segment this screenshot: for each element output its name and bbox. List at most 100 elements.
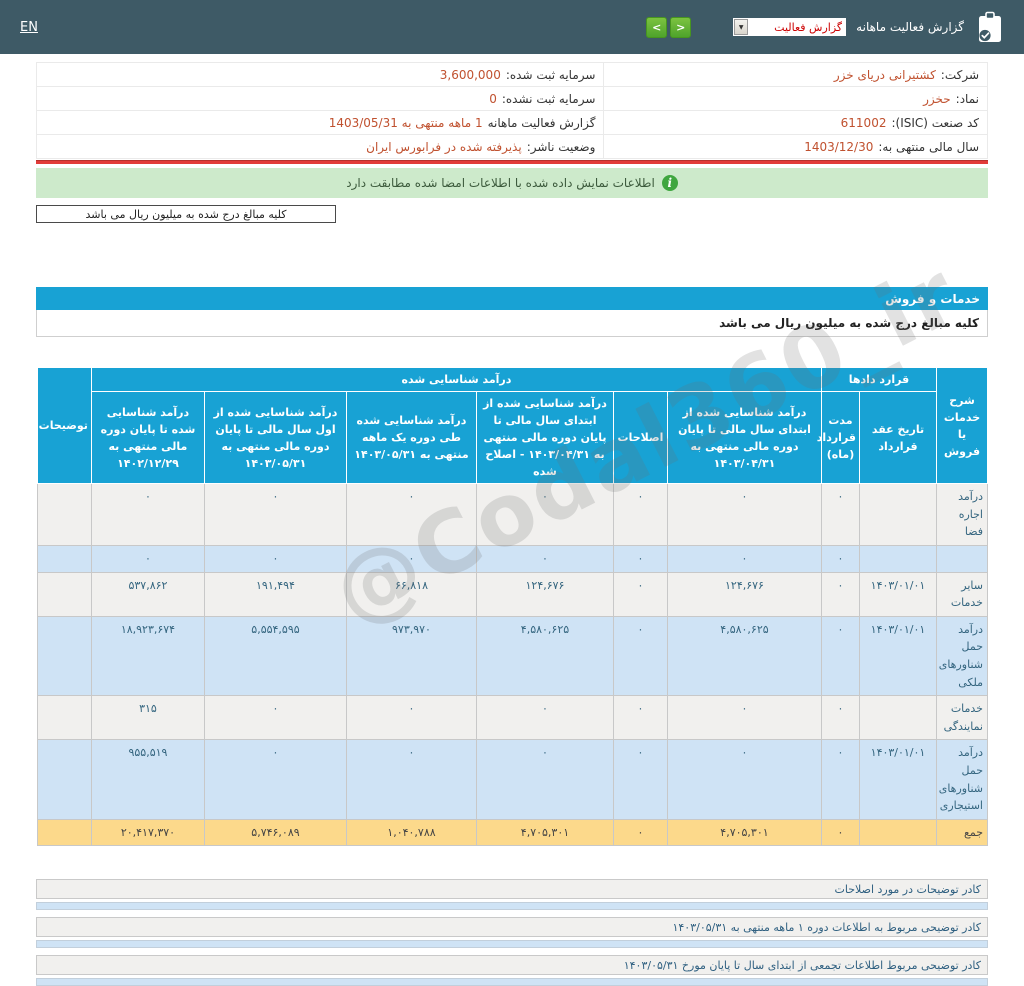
main-table-head: شرح خدمات یا فروش قرارد دادها درآمد شناسای… (36, 366, 988, 485)
info-row: سال مالی منتهی به: 1403/12/30 وضعیت ناشر: پ… (35, 134, 988, 159)
info-cell-right: سال مالی منتهی به: 1403/12/30 (603, 134, 988, 159)
table-cell: ۰ (666, 483, 822, 547)
table-row: درآمد اجاره فضا ۰ ۰ ۰ ۰ ۰ ۰ ۰ (36, 483, 988, 547)
language-switch-link[interactable]: EN (20, 20, 38, 35)
table-cell: ۰ (820, 695, 861, 741)
table-cell (36, 739, 92, 820)
table-cell: ۱,۰۴۰,۷۸۸ (345, 818, 477, 847)
main-table-sub-row: تاریخ عقد قرارداد مدت قرارداد (ماه) درآمد … (37, 391, 987, 485)
table-cell: ۰ (203, 739, 347, 820)
info-value: کشتیرانی دریای خزر (833, 67, 936, 82)
table-cell (36, 571, 92, 617)
table-cell: ۰ (820, 545, 861, 573)
table-cell: ۰ (612, 545, 668, 573)
table-cell: ۰ (475, 739, 614, 820)
next-report-button[interactable]: > (670, 16, 692, 38)
table-cell (36, 483, 92, 547)
col-header-revenue-group: درآمد شناسایی شده (90, 366, 822, 393)
row-label: سایر خدمات (936, 571, 988, 617)
column-subheader: درآمد شناسایی شده طی دوره یک ماهه منتهی … (345, 391, 477, 485)
signed-info-text: اطلاعات نمایش داده شده با اطلاعات امضا ش… (346, 176, 655, 190)
table-cell: ۵۳۷,۸۶۲ (90, 571, 205, 617)
report-type-select[interactable]: گزارش فعالیت ▼ (733, 18, 847, 36)
info-cell-left: وضعیت ناشر: پذیرفته شده در فرابورس ایران (35, 134, 605, 159)
row-label: خدمات نمایندگی (936, 695, 988, 741)
row-label: درآمد حمل شناورهای استیجاری (936, 739, 988, 820)
note-row: کادر توضیحی مربوط اطلاعات تجمعی از ابتدا… (36, 955, 988, 976)
table-row: سایر خدمات ۱۴۰۳/۰۱/۰۱ ۰ ۱۲۴,۶۷۶ ۰ ۱۲۴,۶۷۶ ۶۶,۸… (36, 571, 988, 617)
prev-report-button[interactable]: < (646, 16, 668, 38)
col-header-desc: شرح خدمات یا فروش (936, 366, 988, 485)
table-cell: ۱۹۱,۴۹۴ (203, 571, 347, 617)
table-cell: ۴,۵۸۰,۶۲۵ (475, 615, 614, 697)
table-cell (36, 545, 92, 573)
table-cell: ۰ (90, 483, 205, 547)
note-row: کادر توضیحی مربوط به اطلاعات دوره ۱ ماهه… (36, 917, 988, 938)
table-cell: ۱۴۰۳/۰۱/۰۱ (859, 571, 937, 617)
info-label: سرمایه ثبت شده: (505, 67, 596, 82)
report-type-label: گزارش فعالیت ماهانه (856, 20, 964, 34)
note-spacer-bar (36, 902, 988, 911)
table-cell: ۱۲۴,۶۷۶ (475, 571, 614, 617)
note-spacer-bar (36, 940, 988, 949)
info-label: سال مالی منتهی به: (878, 139, 979, 154)
table-cell: ۰ (820, 571, 861, 617)
table-cell: ۰ (666, 545, 822, 573)
table-cell: ۰ (612, 818, 668, 847)
table-cell: ۹۵۵,۵۱۹ (90, 739, 205, 820)
table-cell (859, 483, 937, 547)
report-select-value: گزارش فعالیت (774, 20, 843, 34)
section-unit-note: کلیه مبالغ درج شده به میلیون ریال می باش… (36, 310, 988, 337)
info-cell-right: نماد: حخزر (603, 86, 988, 111)
column-subheader: درآمد شناسایی شده از اول سال مالی تا پای… (203, 391, 347, 485)
info-cell-right: کد صنعت (ISIC): 611002 (603, 110, 988, 135)
column-subheader: درآمد شناسایی شده تا پایان دوره مالی منت… (90, 391, 205, 485)
red-divider (36, 160, 988, 164)
table-cell: ۰ (345, 695, 477, 741)
clipboard-check-icon (979, 11, 1001, 42)
table-cell (859, 818, 937, 847)
info-value: 3,600,000 (439, 67, 501, 82)
info-value: حخزر (923, 91, 951, 106)
table-cell: ۵,۵۵۴,۵۹۵ (203, 615, 347, 697)
info-cell-left: گزارش فعالیت ماهانه 1 ماهه منتهی به 1403/… (35, 110, 605, 135)
table-cell: ۰ (820, 739, 861, 820)
table-cell (36, 615, 92, 697)
table-row: درآمد حمل شناورهای استیجاری ۱۴۰۳/۰۱/۰۱ ۰ ۰ ۰… (36, 739, 988, 820)
table-cell: ۴,۷۰۵,۳۰۱ (475, 818, 614, 847)
table-cell: ۱۸,۹۲۳,۶۷۴ (90, 615, 205, 697)
unit-note-box: کلیه مبالغ درج شده به میلیون ریال می باش… (36, 205, 336, 223)
info-value: 1 ماهه منتهی به 1403/05/31 (328, 115, 483, 130)
info-table-body: شرکت: کشتیرانی دریای خزر سرمایه ثبت شده: 3,… (35, 62, 988, 159)
info-row: شرکت: کشتیرانی دریای خزر سرمایه ثبت شده: 3,… (35, 62, 988, 87)
info-cell-right: شرکت: کشتیرانی دریای خزر (603, 62, 988, 87)
table-cell (859, 545, 937, 573)
chevron-down-icon: ▼ (734, 19, 749, 35)
table-row: خدمات نمایندگی ۰ ۰ ۰ ۰ ۰ ۰ ۳۱۵ (36, 695, 988, 741)
table-cell (36, 818, 92, 847)
section-title-bar: خدمات و فروش (36, 287, 988, 310)
table-cell: ۰ (90, 545, 205, 573)
info-label: گزارش فعالیت ماهانه (487, 115, 596, 130)
info-cell-left: سرمایه ثبت نشده: 0 (35, 86, 605, 111)
topbar: EN < > گزارش فعالیت ▼ گزارش فعالیت ماهان… (0, 0, 1024, 54)
table-cell: ۴,۵۸۰,۶۲۵ (666, 615, 822, 697)
info-row: نماد: حخزر سرمایه ثبت نشده: 0 (35, 86, 988, 111)
table-cell: ۱۴۰۳/۰۱/۰۱ (859, 739, 937, 820)
note-row: کادر توضیحات در مورد اصلاحات (36, 879, 988, 900)
services-sales-table: شرح خدمات یا فروش قرارد دادها درآمد شناسای… (36, 366, 988, 847)
table-cell: ۱۲۴,۶۷۶ (666, 571, 822, 617)
info-label: نماد: (955, 91, 979, 106)
column-subheader: اصلاحات (612, 391, 668, 485)
table-cell: ۵,۷۴۶,۰۸۹ (203, 818, 347, 847)
main-table-body: درآمد اجاره فضا ۰ ۰ ۰ ۰ ۰ ۰ ۰ ۰ ۰ ۰ ۰ ۰ ۰ ۰ سایر خدمات ۱… (36, 483, 988, 847)
table-cell: ۰ (203, 695, 347, 741)
table-cell: ۰ (345, 739, 477, 820)
table-cell: ۰ (203, 545, 347, 573)
table-cell: ۰ (345, 483, 477, 547)
company-info-table: شرکت: کشتیرانی دریای خزر سرمایه ثبت شده: 3,… (35, 62, 988, 159)
table-cell: ۲۰,۴۱۷,۳۷۰ (90, 818, 205, 847)
info-row: کد صنعت (ISIC): 611002 گزارش فعالیت ماهانه… (35, 110, 988, 135)
table-cell: ۹۷۳,۹۷۰ (345, 615, 477, 697)
table-cell: ۰ (612, 571, 668, 617)
